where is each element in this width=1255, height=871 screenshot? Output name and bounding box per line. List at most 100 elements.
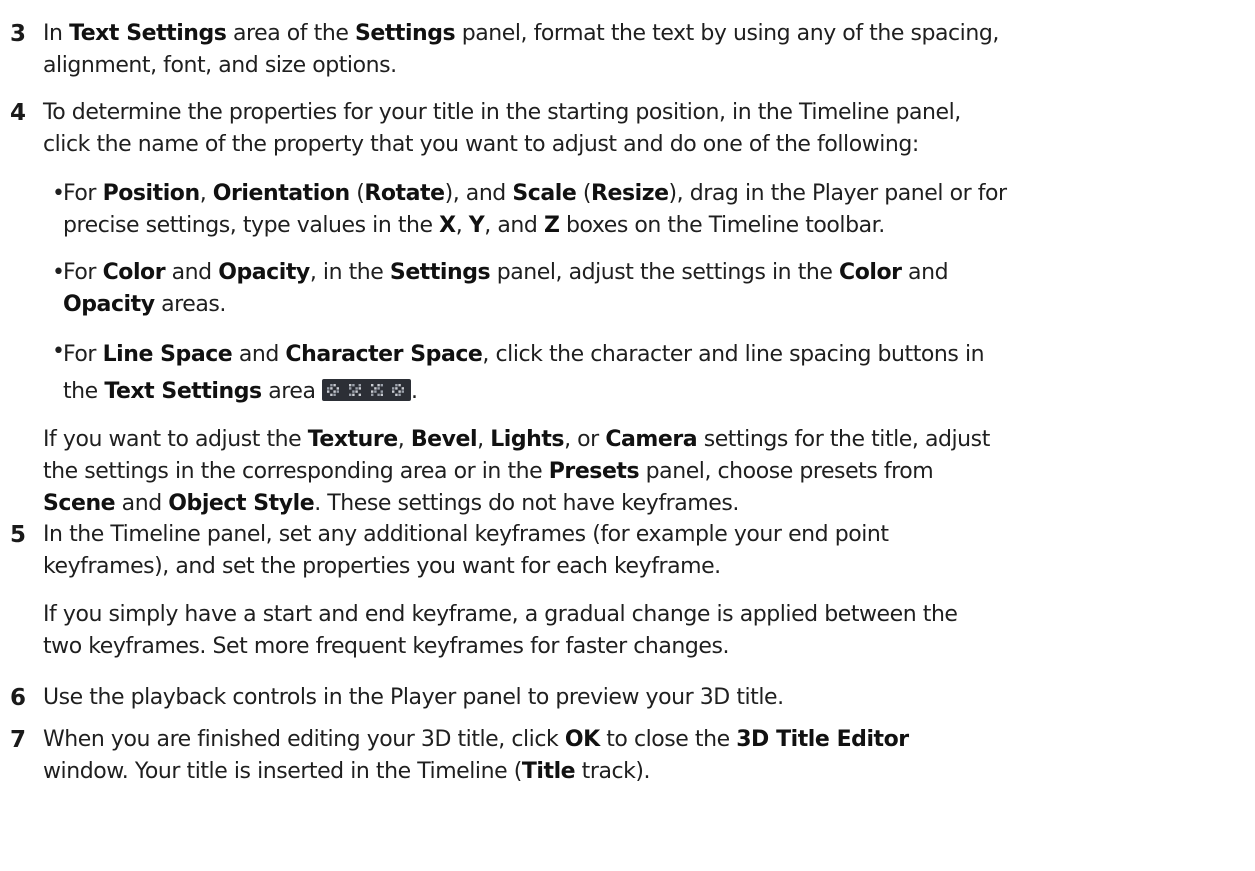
text-line: For Color and Opacity, in the Settings p… xyxy=(63,257,1251,289)
bold-term: Text Settings xyxy=(69,21,227,46)
text-line: window. Your title is inserted in the Ti… xyxy=(43,756,1251,788)
bold-term: Rotate xyxy=(364,181,445,206)
bold-term: Presets xyxy=(548,459,640,484)
text-run: . xyxy=(411,379,418,404)
text-line: To determine the properties for your tit… xyxy=(43,97,1251,129)
bold-term: Position xyxy=(102,181,201,206)
text-run: In xyxy=(43,21,70,46)
bold-term: Color xyxy=(102,260,166,285)
text-run: For xyxy=(63,260,103,285)
bold-term: Character Space xyxy=(285,342,483,367)
document-page: 3 In Text Settings area of the Settings … xyxy=(0,0,1255,871)
text-run: , xyxy=(199,181,213,206)
text-line: For Position, Orientation (Rotate), and … xyxy=(63,178,1251,210)
step-number: 5 xyxy=(10,522,27,548)
bold-term: Scene xyxy=(43,491,116,516)
bullet-text: For Position, Orientation (Rotate), and … xyxy=(63,178,1251,242)
text-run: If you simply have a start and end keyfr… xyxy=(43,602,958,627)
text-run: To determine the properties for your tit… xyxy=(43,100,961,125)
text-run: , xyxy=(477,427,491,452)
text-run: keyframes), and set the properties you w… xyxy=(43,554,721,579)
text-run: Use the playback controls in the Player … xyxy=(43,685,784,710)
note-paragraph: If you simply have a start and end keyfr… xyxy=(43,599,1251,663)
bold-term: 3D Title Editor xyxy=(736,727,909,752)
text-line: In Text Settings area of the Settings pa… xyxy=(43,18,1251,50)
bold-term: Opacity xyxy=(63,292,155,317)
bold-term: OK xyxy=(564,727,600,752)
text-line: Use the playback controls in the Player … xyxy=(43,682,1251,714)
note-paragraph: If you want to adjust the Texture, Bevel… xyxy=(43,424,1251,520)
text-run: alignment, font, and size options. xyxy=(43,53,397,78)
step-number: 4 xyxy=(10,100,27,126)
bold-term: Scale xyxy=(512,181,577,206)
text-run: , or xyxy=(564,427,606,452)
step-text: In the Timeline panel, set any additiona… xyxy=(43,519,1251,583)
step-number: 6 xyxy=(10,685,27,711)
text-line: When you are finished editing your 3D ti… xyxy=(43,724,1251,756)
step-text: Use the playback controls in the Player … xyxy=(43,682,1251,714)
spacing-buttons-icon[interactable] xyxy=(322,379,412,401)
text-run: ( xyxy=(349,181,365,206)
bold-term: Color xyxy=(839,260,902,285)
text-run: and xyxy=(165,260,219,285)
text-run: the settings in the corresponding area o… xyxy=(43,459,549,484)
text-run: to close the xyxy=(599,727,737,752)
text-line: click the name of the property that you … xyxy=(43,129,1251,161)
text-line: alignment, font, and size options. xyxy=(43,50,1251,82)
text-run: click the name of the property that you … xyxy=(43,132,919,157)
text-run: panel, format the text by using any of t… xyxy=(455,21,1000,46)
text-line: Opacity areas. xyxy=(63,289,1251,321)
text-run: , xyxy=(397,427,411,452)
text-run: When you are finished editing your 3D ti… xyxy=(43,727,565,752)
step-number: 3 xyxy=(10,21,27,47)
text-run: For xyxy=(63,342,103,367)
text-run: two keyframes. Set more frequent keyfram… xyxy=(43,634,730,659)
text-run: , xyxy=(455,213,469,238)
bold-term: Settings xyxy=(389,260,491,285)
bold-term: Object Style xyxy=(168,491,315,516)
text-run: area xyxy=(261,379,323,404)
text-run: , in the xyxy=(309,260,390,285)
text-run: For xyxy=(63,181,103,206)
bullet-text: For Color and Opacity, in the Settings p… xyxy=(63,257,1251,321)
text-run: window. Your title is inserted in the Ti… xyxy=(43,759,522,784)
text-run: If you want to adjust the xyxy=(43,427,308,452)
text-run: ( xyxy=(576,181,592,206)
text-run: , click the character and line spacing b… xyxy=(482,342,985,367)
text-run: . These settings do not have keyframes. xyxy=(314,491,739,516)
step-text: In Text Settings area of the Settings pa… xyxy=(43,18,1251,82)
text-run: ), and xyxy=(444,181,513,206)
bold-term: Orientation xyxy=(212,181,350,206)
text-line: keyframes), and set the properties you w… xyxy=(43,551,1251,583)
text-run: In the Timeline panel, set any additiona… xyxy=(43,522,889,547)
text-run: and xyxy=(115,491,169,516)
text-line: In the Timeline panel, set any additiona… xyxy=(43,519,1251,551)
step-text: When you are finished editing your 3D ti… xyxy=(43,724,1251,788)
text-run: and xyxy=(901,260,949,285)
text-line: If you want to adjust the Texture, Bevel… xyxy=(43,424,1251,456)
text-run: and xyxy=(232,342,286,367)
text-line: For Line Space and Character Space, clic… xyxy=(63,336,1251,373)
text-run: track). xyxy=(575,759,651,784)
bold-term: Title xyxy=(521,759,576,784)
bold-term: Lights xyxy=(490,427,565,452)
bold-term: X xyxy=(439,213,456,238)
text-line: Scene and Object Style. These settings d… xyxy=(43,488,1251,520)
bold-term: Z xyxy=(543,213,560,238)
bold-term: Opacity xyxy=(218,260,310,285)
text-run: the xyxy=(63,379,105,404)
text-line: the Text Settings area . xyxy=(63,373,1251,410)
bold-term: Settings xyxy=(354,21,456,46)
bold-term: Text Settings xyxy=(104,379,262,404)
text-line: the settings in the corresponding area o… xyxy=(43,456,1251,488)
text-line: precise settings, type values in the X , … xyxy=(63,210,1251,242)
text-run: panel, adjust the settings in the xyxy=(490,260,839,285)
bold-term: Texture xyxy=(307,427,398,452)
text-run: settings for the title, adjust xyxy=(697,427,991,452)
bold-term: Resize xyxy=(591,181,669,206)
bold-term: Line Space xyxy=(102,342,233,367)
text-line: two keyframes. Set more frequent keyfram… xyxy=(43,631,1251,663)
text-line: If you simply have a start and end keyfr… xyxy=(43,599,1251,631)
text-run: , and xyxy=(484,213,544,238)
step-number: 7 xyxy=(10,727,27,753)
